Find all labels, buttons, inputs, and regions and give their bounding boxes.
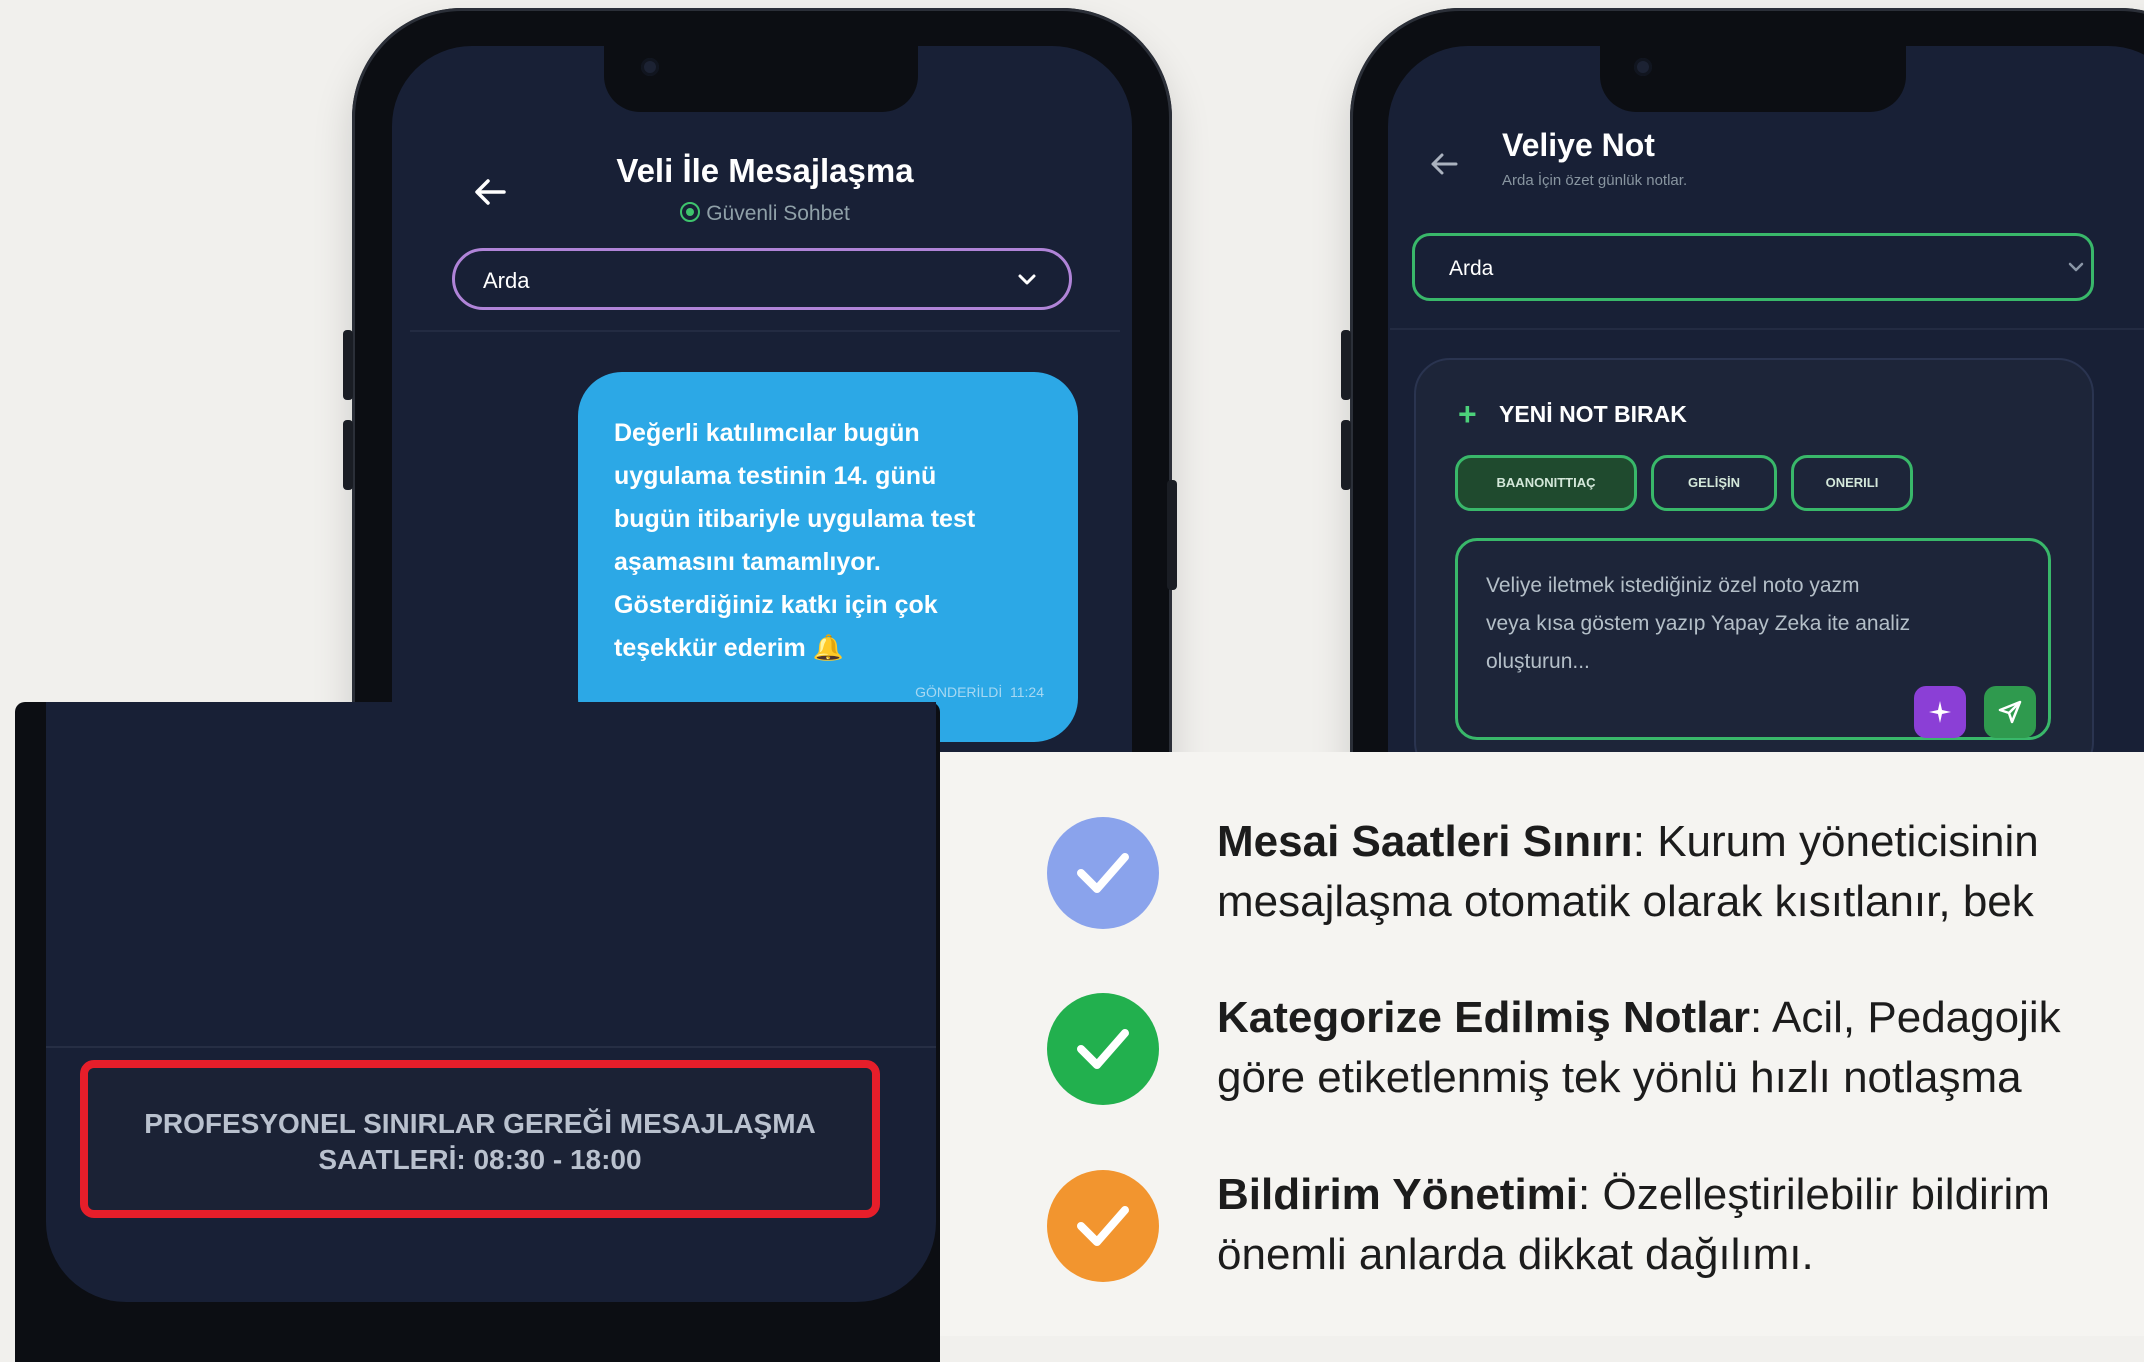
banner-line: PROFESYONEL SINIRLAR GEREĞİ MESAJLAŞMA (144, 1108, 816, 1139)
note-title: Veliye Not (1502, 127, 1655, 163)
feature-title: Mesai Saatleri Sınırı (1217, 817, 1633, 866)
feature-item: Mesai Saatleri Sınırı: Kurum yöneticisin… (1217, 812, 2039, 932)
phone-side-button (343, 420, 353, 490)
message-status: GÖNDERİLDİ (915, 684, 1003, 700)
feature-desc: mesajlaşma otomatik olarak kısıtlanır, b… (1217, 877, 2034, 926)
secure-chat-label: Güvenli Sohbet (706, 202, 850, 225)
category-chip[interactable]: BAANONITTIAÇ (1455, 455, 1637, 511)
divider (410, 330, 1120, 332)
student-select[interactable]: Arda (452, 248, 1072, 310)
shield-icon (680, 202, 701, 222)
messaging-hours-banner: PROFESYONEL SINIRLAR GEREĞİ MESAJLAŞMA S… (80, 1060, 880, 1218)
phone-side-button (1341, 330, 1351, 400)
student-select[interactable]: Arda (1412, 233, 2094, 301)
feature-desc: : Özelleştirilebilir bildirim (1578, 1170, 2050, 1219)
placeholder-line: Veliye iletmek istediğiniz özel noto yaz… (1486, 574, 1860, 597)
feature-item: Bildirim Yönetimi: Özelleştirilebilir bi… (1217, 1165, 2050, 1285)
phone-side-button (1167, 480, 1177, 590)
feature-title: Bildirim Yönetimi (1217, 1170, 1579, 1219)
student-select-value: Arda (483, 268, 530, 293)
feature-desc: göre etiketlenmiş tek yönlü hızlı notlaş… (1217, 1053, 2022, 1102)
category-chip[interactable]: ONERILI (1791, 455, 1913, 511)
feature-item: Kategorize Edilmiş Notlar: Acil, Pedagoj… (1217, 988, 2061, 1108)
message-text: Değerli katılımcılar bugün uygulama test… (614, 412, 1048, 670)
feature-check-icon (1047, 1170, 1159, 1282)
phone-side-button (1341, 420, 1351, 490)
front-camera (641, 58, 659, 76)
phone-side-button (343, 330, 353, 400)
feature-desc: : Acil, Pedagojik (1750, 993, 2061, 1042)
feature-desc: : Kurum yöneticisinin (1632, 817, 2039, 866)
front-camera (1634, 58, 1652, 76)
message-time: 11:24 (1010, 684, 1044, 700)
phone-notch (1600, 40, 1906, 112)
divider (1390, 328, 2144, 330)
feature-check-icon (1047, 993, 1159, 1105)
message-line: Değerli katılımcılar bugün (614, 419, 920, 447)
placeholder-line: veya kısa göstem yazıp Yapay Zeka ite an… (1486, 612, 1911, 635)
new-note-heading: YENİ NOT BIRAK (1499, 401, 1687, 427)
message-line: uygulama testinin 14. günü (614, 462, 937, 490)
message-line: aşamasını tamamlıyor. (614, 548, 881, 576)
chat-title: Veli İle Mesajlaşma (616, 152, 914, 189)
message-bubble[interactable]: Değerli katılımcılar bugün uygulama test… (578, 372, 1078, 742)
message-meta: GÖNDERİLDİ 11:24 (915, 684, 1044, 700)
chevron-down-icon (1018, 274, 1036, 285)
sparkle-icon (1929, 701, 1951, 723)
back-arrow-icon[interactable] (1426, 146, 1462, 182)
message-line: Gösterdiğiniz katkı için çok (614, 591, 938, 619)
feature-check-icon (1047, 817, 1159, 929)
message-line: teşekkür ederim 🔔 (614, 634, 844, 662)
chat-subtitle: Güvenli Sohbet (540, 202, 990, 226)
plus-icon: + (1458, 396, 1477, 432)
category-chip[interactable]: GELİŞİN (1651, 455, 1777, 511)
back-arrow-icon[interactable] (470, 172, 510, 212)
send-button[interactable] (1984, 686, 2036, 738)
banner-line: SAATLERİ: 08:30 - 18:00 (318, 1144, 642, 1175)
divider (46, 1046, 936, 1048)
send-icon (1998, 700, 2022, 724)
ai-analyze-button[interactable] (1914, 686, 1966, 738)
student-select-value: Arda (1449, 257, 1494, 280)
message-line: bugün itibariyle uygulama test (614, 505, 976, 533)
note-subtitle: Arda İçin özet günlük notlar. (1502, 172, 1688, 189)
chevron-down-icon (2068, 262, 2084, 272)
placeholder-line: oluşturun... (1486, 650, 1590, 673)
phone-notch (604, 40, 918, 112)
feature-title: Kategorize Edilmiş Notlar (1217, 993, 1751, 1042)
feature-desc: önemli anlarda dikkat dağılımı. (1217, 1230, 1814, 1279)
